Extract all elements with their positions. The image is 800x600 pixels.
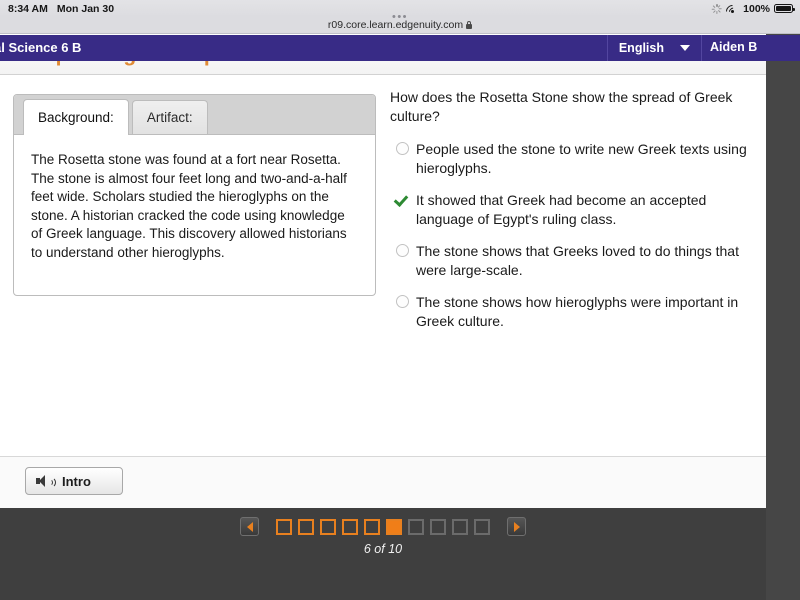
page-box-4[interactable] [342,518,358,535]
lock-icon [466,21,473,29]
page-box-7[interactable] [408,518,424,535]
answer-option-1[interactable]: People used the stone to write new Greek… [390,140,752,178]
course-header-bar: al Science 6 B English Aiden B [0,35,800,61]
tab-body-text: The Rosetta stone was found at a fort ne… [31,152,347,260]
pagination-footer: 6 of 10 [0,508,766,600]
radio-unselected-icon[interactable] [395,244,409,257]
speaker-icon [36,474,56,488]
tab-background-label: Background: [38,110,114,125]
page-box-6[interactable] [386,518,402,535]
tab-artifact-label: Artifact: [146,110,193,125]
page-box-8[interactable] [430,518,446,535]
answer-marker-1[interactable] [390,140,414,155]
previous-page-button[interactable] [240,517,259,536]
answer-option-3[interactable]: The stone shows that Greeks loved to do … [390,242,752,280]
tab-artifact[interactable]: Artifact: [131,100,208,134]
url-text[interactable]: r09.core.learn.edgenuity.com [0,19,800,31]
answer-option-3-label: The stone shows that Greeks loved to do … [416,243,739,278]
url-label: r09.core.learn.edgenuity.com [327,19,464,31]
page-box-1[interactable] [276,518,292,535]
page-box-9[interactable] [452,518,468,535]
language-label: English [618,41,664,55]
answer-marker-4[interactable] [390,293,414,308]
arrow-right-icon [513,521,520,532]
answer-option-4-label: The stone shows how hieroglyphs were imp… [416,294,739,329]
arrow-left-icon [246,521,253,532]
page-box-3[interactable] [320,518,336,535]
lesson-stage: Background: Artifact: The Rosetta stone … [0,75,766,456]
user-name-label[interactable]: Aiden B [710,40,798,54]
radio-unselected-icon[interactable] [395,295,409,308]
page-box-2[interactable] [298,518,314,535]
page-box-5[interactable] [364,518,380,535]
page-count-label: 6 of 10 [363,542,403,556]
chevron-down-icon [680,45,690,51]
pagination-controls [0,517,766,536]
language-selector[interactable]: English [606,35,702,61]
answer-option-1-label: People used the stone to write new Greek… [416,141,747,176]
right-rail [766,34,800,600]
answer-option-2-label: It showed that Greek had become an accep… [416,192,707,227]
checkmark-icon [395,193,410,206]
answer-option-2[interactable]: It showed that Greek had become an accep… [390,191,752,229]
tab-strip: Background: Artifact: [14,95,375,135]
question-prompt: How does the Rosetta Stone show the spre… [390,89,733,124]
course-title: al Science 6 B [0,40,82,55]
page-box-10[interactable] [474,518,490,535]
next-page-button[interactable] [507,517,526,536]
background-artifact-panel: Background: Artifact: The Rosetta stone … [13,94,376,296]
answer-option-4[interactable]: The stone shows how hieroglyphs were imp… [390,293,752,331]
browser-url-bar[interactable]: ••• r09.core.learn.edgenuity.com [0,12,800,34]
answer-marker-3[interactable] [390,242,414,257]
ipad-browser-screen: 8:34 AM Mon Jan 30 100% ••• r09.core.lea… [0,0,800,600]
question-panel: How does the Rosetta Stone show the spre… [390,88,752,344]
intro-audio-button[interactable]: Intro [25,467,123,495]
radio-unselected-icon[interactable] [395,142,409,155]
answer-marker-2[interactable] [390,191,414,206]
audio-toolbar: Intro [0,456,766,508]
tab-background[interactable]: Background: [23,99,129,135]
intro-button-label: Intro [62,473,91,489]
